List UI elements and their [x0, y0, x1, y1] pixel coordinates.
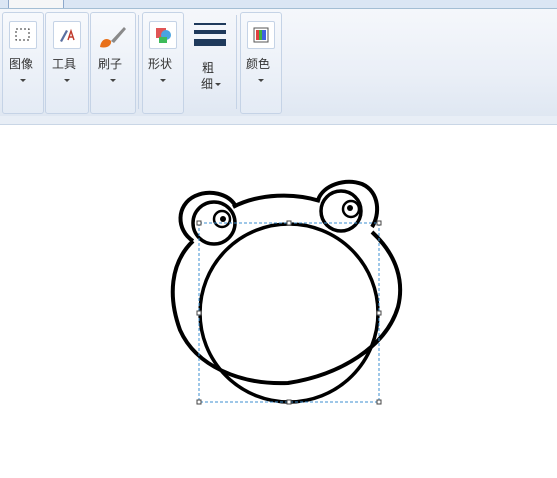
- inner-face-circle: [198, 222, 380, 404]
- tools-group: 工具: [45, 12, 89, 114]
- ribbon-separator: [138, 15, 139, 109]
- colors-icon[interactable]: [247, 21, 275, 49]
- right-pupil-dot: [347, 205, 353, 211]
- selection-handle[interactable]: [286, 220, 292, 226]
- shapes-dropdown-arrow[interactable]: [160, 79, 166, 82]
- drawing-canvas[interactable]: [0, 125, 557, 474]
- pencil-text-icon: [60, 28, 75, 42]
- color-palette-icon: [253, 27, 269, 43]
- ribbon-tab-strip: [0, 0, 557, 8]
- colors-label[interactable]: 颜色: [246, 57, 276, 71]
- size-button[interactable]: 粗 细: [188, 17, 232, 97]
- brushes-label[interactable]: 刷子: [98, 57, 128, 71]
- brushes-dropdown-arrow[interactable]: [110, 79, 116, 82]
- colors-dropdown-arrow[interactable]: [258, 79, 264, 82]
- size-dropdown-arrow[interactable]: [215, 83, 221, 86]
- selection-handle[interactable]: [376, 310, 382, 316]
- ribbon-separator: [236, 15, 237, 109]
- select-icon[interactable]: [9, 21, 37, 49]
- paintbrush-icon: [100, 27, 126, 48]
- line-thickness-icon: [194, 23, 226, 46]
- selection-handle[interactable]: [196, 399, 202, 405]
- shapes-label[interactable]: 形状: [148, 57, 178, 71]
- frog-drawing: [170, 179, 403, 405]
- tools-icon[interactable]: [53, 21, 81, 49]
- colors-group: 颜色: [240, 12, 282, 114]
- image-label[interactable]: 图像: [9, 57, 37, 71]
- size-label-2: 细: [200, 77, 213, 91]
- ribbon: 图像 工具 刷子 形状 粗 细 颜色: [0, 8, 557, 118]
- size-label-1: 粗: [201, 61, 214, 75]
- tab-home[interactable]: [8, 0, 64, 8]
- selection-handle[interactable]: [376, 399, 382, 405]
- brush-icon[interactable]: [97, 21, 127, 51]
- shapes-icon[interactable]: [149, 21, 177, 49]
- tab-view[interactable]: [72, 0, 112, 8]
- canvas-border-area: [0, 116, 557, 125]
- tools-dropdown-arrow[interactable]: [64, 79, 70, 82]
- marquee-select-icon: [15, 28, 30, 41]
- selection-handle[interactable]: [376, 220, 382, 226]
- tools-label[interactable]: 工具: [52, 57, 82, 71]
- selection-handle[interactable]: [286, 399, 292, 405]
- left-pupil-dot: [220, 216, 226, 222]
- brushes-group: 刷子: [90, 12, 136, 114]
- selection-handle[interactable]: [196, 220, 202, 226]
- shapes-group: 形状: [142, 12, 184, 114]
- head-top-outline: [232, 193, 321, 209]
- image-group: 图像: [2, 12, 44, 114]
- selection-handle[interactable]: [196, 310, 202, 316]
- image-dropdown-arrow[interactable]: [20, 79, 26, 82]
- shapes-gallery-icon: [156, 28, 171, 43]
